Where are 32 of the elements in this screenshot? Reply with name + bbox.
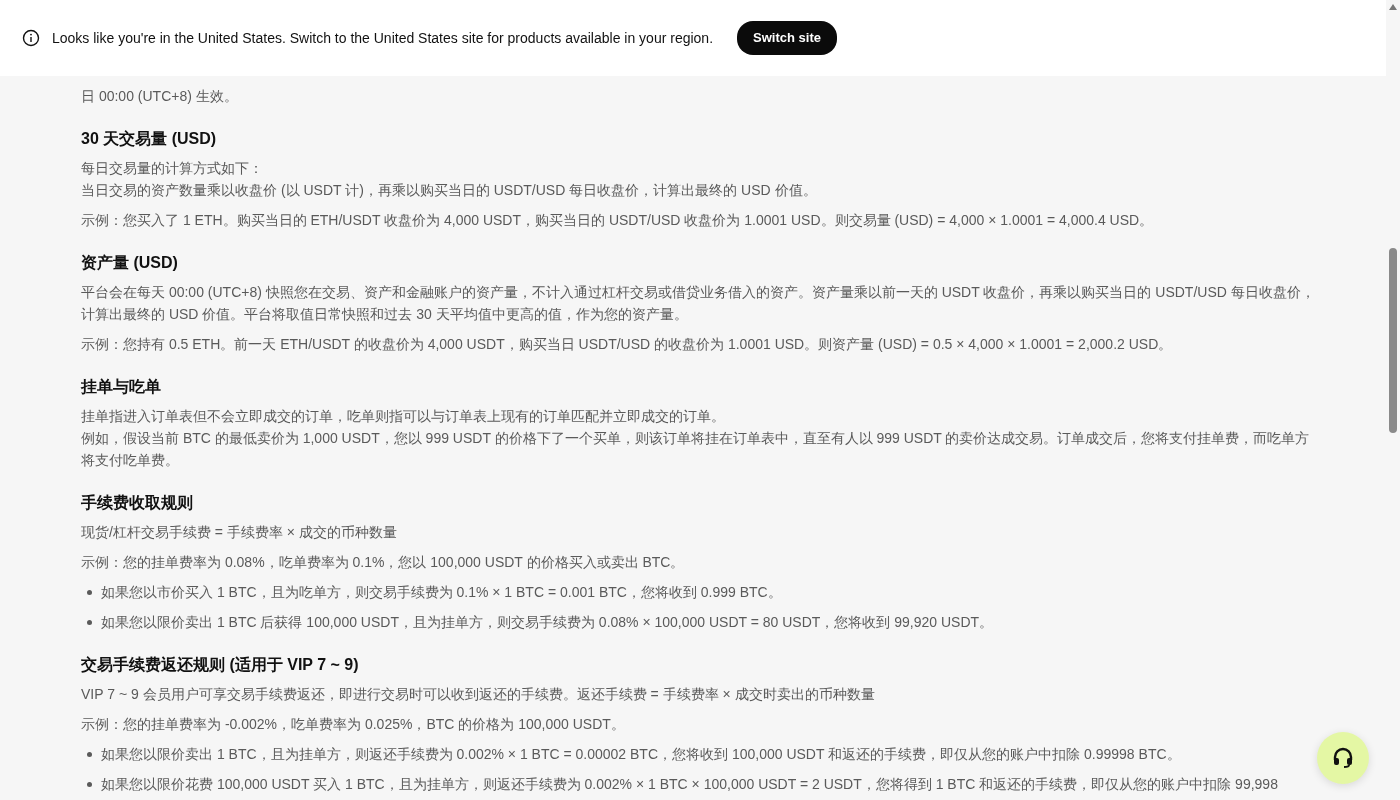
section-heading: 30 天交易量 (USD) [81,129,218,149]
scrollbar-thumb[interactable] [1389,248,1397,433]
paragraph-text: 示例：您买入了 1 ETH。购买当日的 ETH/USDT 收盘价为 4,000 USDT，购买当日的 USDT/USD 收盘价为 1.0001 USD。则交易量 (USD) = 4,000 × 1.0001 = 4,000.4 USD。 [81,211,1155,230]
paragraph-text: 挂单指进入订单表但不会立即成交的订单，吃单则指可以与订单表上现有的订单匹配并立即成交的订单。 [81,407,726,426]
headset-icon [1332,747,1354,769]
scroll-up-icon[interactable] [1389,4,1397,10]
bullet-icon [87,752,92,757]
bullet-icon [87,590,92,595]
paragraph-text: 当日交易的资产数量乘以收盘价 (以 USDT 计)，再乘以购买当日的 USDT/USD 每日收盘价，计算出最终的 USD 价值。 [81,181,818,200]
section-heading: 交易手续费返还规则 (适用于 VIP 7 ~ 9) [81,655,360,675]
switch-site-button[interactable]: Switch site [737,21,837,55]
bullet-text: 如果您以限价卖出 1 BTC 后获得 100,000 USDT，且为挂单方，则交易手续费为 0.08% × 100,000 USDT = 80 USDT，您将收到 99,920 USDT。 [101,613,994,632]
section-heading: 手续费收取规则 [81,493,194,513]
paragraph-text: 例如，假设当前 BTC 的最低卖价为 1,000 USDT，您以 999 USDT 的价格下了一个买单，则该订单将挂在订单表中，直至有人以 999 USDT 的卖价达成交易。订单成交后，您将支付挂单费，而吃单方将支付吃单费。 [81,429,1311,470]
bullet-text: 如果您以限价花费 100,000 USDT 买入 1 BTC，且为挂单方，则返还手续费为 0.002% × 1 BTC × 100,000 USDT = 2 USDT，您将得到 1 BTC 和返还的手续费，即仅从您的账户中扣除 99,998 [101,775,1278,794]
paragraph-text: 日 00:00 (UTC+8) 生效。 [81,87,239,106]
bullet-icon [87,782,92,787]
paragraph-text: VIP 7 ~ 9 会员用户可享交易手续费返还，即进行交易时可以收到返还的手续费。返还手续费 = 手续费率 × 成交时卖出的币种数量 [81,685,876,704]
paragraph-text: 示例：您的挂单费率为 0.08%，吃单费率为 0.1%，您以 100,000 USDT 的价格买入或卖出 BTC。 [81,553,686,572]
bullet-icon [87,620,92,625]
support-chat-button[interactable] [1317,732,1369,784]
paragraph-text: 现货/杠杆交易手续费 = 手续费率 × 成交的币种数量 [81,523,398,542]
paragraph-text: 示例：您的挂单费率为 -0.002%，吃单费率为 0.025%，BTC 的价格为 100,000 USDT。 [81,715,626,734]
bullet-text: 如果您以限价卖出 1 BTC，且为挂单方，则返还手续费为 0.002% × 1 BTC = 0.00002 BTC，您将收到 100,000 USDT 和返还的手续费，即仅从您的账户中扣除 0.99998 BTC。 [101,745,1181,764]
paragraph-text: 示例：您持有 0.5 ETH。前一天 ETH/USDT 的收盘价为 4,000 USDT，购买当日 USDT/USD 的收盘价为 1.0001 USD。则资产量 (USD) = 0.5 × 4,000 × 1.0001 = 2,000.2 USD。 [81,335,1174,354]
bullet-text: 如果您以市价买入 1 BTC，且为吃单方，则交易手续费为 0.1% × 1 BTC = 0.001 BTC，您将收到 0.999 BTC。 [101,583,782,602]
section-heading: 资产量 (USD) [81,253,179,273]
info-icon [22,29,40,47]
section-heading: 挂单与吃单 [81,377,162,397]
banner-message: Looks like you're in the United States. Switch to the United States site for products available in your region. [52,28,714,48]
paragraph-text: 每日交易量的计算方式如下： [81,159,264,178]
paragraph-text: 平台会在每天 00:00 (UTC+8) 快照您在交易、资产和金融账户的资产量，不计入通过杠杆交易或借贷业务借入的资产。资产量乘以前一天的 USDT 收盘价，再乘以购买当日的 USDT/USD 每日收盘价，计算出最终的 USD 价值。平台将取值日常快照和过去 30 天平均值中更高的值，作为您的资产量。 [81,283,1316,324]
